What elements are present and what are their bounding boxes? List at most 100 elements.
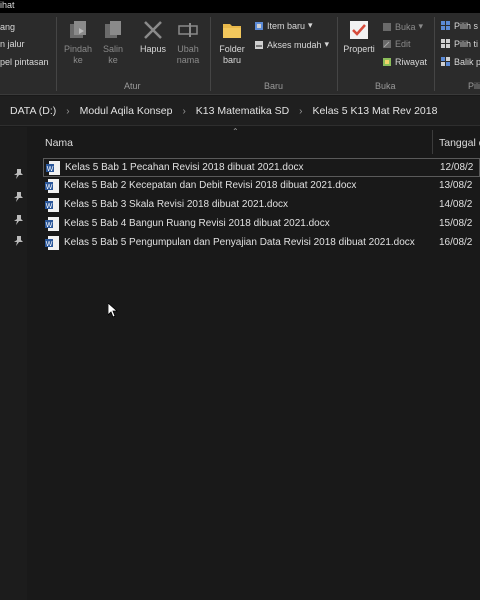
file-row[interactable]: W Kelas 5 Bab 5 Pengumpulan dan Penyajia… (43, 234, 480, 253)
pin-icon[interactable] (14, 169, 23, 179)
ribbon-separator (434, 17, 435, 91)
word-document-icon: W (46, 161, 60, 175)
group-label-pilih: Pili (468, 81, 480, 91)
svg-text:W: W (47, 166, 54, 173)
properties-label: Properti (343, 44, 375, 54)
ribbon: ang n jalur pel pintasan Pindah ke Salin… (0, 13, 480, 95)
new-item-icon (254, 21, 264, 31)
move-to-button[interactable]: Pindah ke (60, 17, 96, 66)
open-label: Buka (395, 21, 416, 32)
chevron-right-icon[interactable]: › (291, 106, 310, 117)
new-folder-label: Folder baru (219, 44, 245, 65)
file-name: Kelas 5 Bab 3 Skala Revisi 2018 dibuat 2… (64, 199, 289, 210)
rename-button[interactable]: Ubah nama (172, 17, 204, 66)
properties-checkmark-icon (348, 19, 370, 41)
word-document-icon: W (45, 179, 59, 193)
sort-caret-icon: ⌃ (232, 127, 239, 136)
delete-label: Hapus (139, 44, 166, 54)
file-row[interactable]: W Kelas 5 Bab 4 Bangun Ruang Revisi 2018… (43, 215, 480, 234)
select-none-icon (441, 39, 451, 49)
copy-to-label: Salin ke (102, 44, 123, 65)
open-icon (382, 22, 392, 32)
svg-text:W: W (46, 184, 53, 191)
file-row[interactable]: W Kelas 5 Bab 2 Kecepatan dan Debit Revi… (43, 177, 480, 196)
file-date: 16/08/2 (439, 237, 473, 248)
chevron-right-icon[interactable]: › (58, 106, 77, 117)
pin-icon[interactable] (14, 236, 23, 246)
chevron-right-icon[interactable]: › (174, 106, 193, 117)
invert-selection-label: Balik p (454, 57, 480, 67)
group-label-buka: Buka (375, 81, 396, 91)
easy-access-button[interactable]: Akses mudah ▾ (254, 39, 329, 50)
ribbon-separator (337, 17, 338, 91)
breadcrumb-item-k13[interactable]: K13 Matematika SD (194, 105, 291, 117)
word-document-icon: W (45, 198, 59, 212)
delete-button[interactable]: Hapus (136, 17, 170, 55)
open-button[interactable]: Buka ▾ (382, 21, 423, 32)
select-none-button[interactable]: Pilih ti (441, 39, 478, 49)
column-header-name[interactable]: Nama (45, 137, 73, 149)
svg-text:W: W (46, 203, 53, 210)
column-divider[interactable] (432, 130, 433, 154)
group-label-atur: Atur (124, 81, 141, 91)
file-date: 14/08/2 (439, 199, 473, 210)
pin-icon[interactable] (14, 192, 23, 202)
folder-icon (221, 19, 243, 41)
ribbon-separator (56, 17, 57, 91)
group-label-baru: Baru (264, 81, 284, 91)
word-document-icon: W (45, 236, 59, 250)
rename-icon (177, 19, 199, 41)
mouse-cursor-icon (107, 302, 119, 319)
tab-lihat-partial[interactable]: ihat (0, 0, 15, 11)
breadcrumb-item-modul[interactable]: Modul Aqila Konsep (78, 105, 175, 117)
select-all-button[interactable]: Pilih s (441, 21, 478, 31)
edit-button[interactable]: Edit (382, 39, 411, 49)
ribbon-copy-path-label[interactable]: n jalur (0, 39, 25, 50)
file-row[interactable]: W Kelas 5 Bab 1 Pecahan Revisi 2018 dibu… (43, 158, 480, 177)
new-item-label: Item baru (267, 20, 306, 31)
breadcrumb-item-drive[interactable]: DATA (D:) (8, 105, 58, 117)
column-header-row: ⌃ Nama Tanggal d (27, 127, 480, 157)
file-name: Kelas 5 Bab 2 Kecepatan dan Debit Revisi… (64, 180, 357, 191)
ribbon-paste-shortcut-label[interactable]: pel pintasan (0, 57, 49, 68)
move-to-icon (67, 19, 89, 41)
easy-access-icon (254, 40, 264, 50)
copy-to-button[interactable]: Salin ke (98, 17, 128, 66)
file-date: 12/08/2 (440, 162, 474, 173)
file-date: 15/08/2 (439, 218, 473, 229)
select-all-icon (441, 21, 451, 31)
file-list: ⌃ Nama Tanggal d W Kelas 5 Bab 1 Pecahan… (27, 127, 480, 600)
file-row[interactable]: W Kelas 5 Bab 3 Skala Revisi 2018 dibuat… (43, 196, 480, 215)
delete-x-icon (142, 19, 164, 41)
dropdown-caret-icon: ▾ (324, 39, 330, 49)
invert-selection-button[interactable]: Balik p (441, 57, 480, 67)
ribbon-separator (210, 17, 211, 91)
pin-icon[interactable] (14, 215, 23, 225)
file-name: Kelas 5 Bab 5 Pengumpulan dan Penyajian … (64, 237, 415, 248)
breadcrumb-item-kelas5[interactable]: Kelas 5 K13 Mat Rev 2018 (311, 105, 440, 117)
word-document-icon: W (45, 217, 59, 231)
history-label: Riwayat (395, 57, 428, 67)
select-all-label: Pilih s (454, 21, 479, 31)
copy-to-icon (102, 19, 124, 41)
easy-access-label: Akses mudah (267, 39, 322, 50)
new-item-button[interactable]: Item baru ▾ (254, 20, 313, 31)
address-bar[interactable]: DATA (D:) › Modul Aqila Konsep › K13 Mat… (0, 96, 480, 126)
file-date: 13/08/2 (439, 180, 473, 191)
svg-text:W: W (46, 241, 53, 248)
rename-label: Ubah nama (176, 44, 200, 65)
ribbon-copy-path-partial[interactable]: ang (0, 22, 15, 33)
properties-button[interactable]: Properti (341, 17, 377, 55)
edit-icon (382, 39, 392, 49)
history-button[interactable]: Riwayat (382, 57, 427, 67)
file-name: Kelas 5 Bab 4 Bangun Ruang Revisi 2018 d… (64, 218, 330, 229)
select-none-label: Pilih ti (454, 39, 479, 49)
new-folder-button[interactable]: Folder baru (214, 17, 250, 66)
dropdown-caret-icon: ▾ (308, 20, 313, 30)
svg-text:W: W (46, 222, 53, 229)
breadcrumb: DATA (D:) › Modul Aqila Konsep › K13 Mat… (8, 105, 439, 117)
move-to-label: Pindah ke (63, 44, 93, 65)
ribbon-tab-strip: ihat (0, 0, 480, 13)
edit-label: Edit (395, 39, 411, 49)
column-header-date[interactable]: Tanggal d (439, 137, 480, 149)
